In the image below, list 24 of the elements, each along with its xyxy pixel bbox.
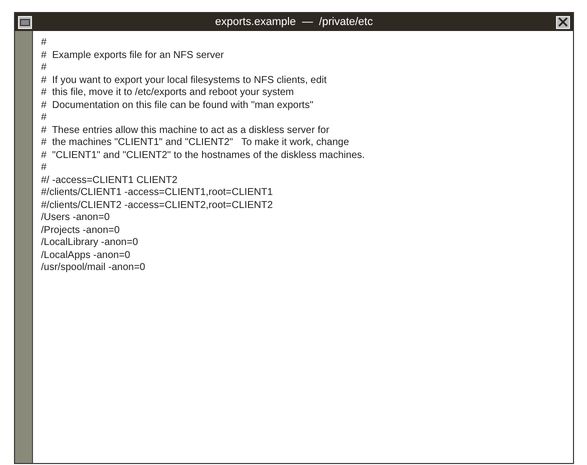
text-line: # [41,162,48,174]
text-line: #/ -access=CLIENT1 CLIENT2 [41,174,178,187]
text-line: # Documentation on this file can be found with "man exports" [41,100,314,112]
window-title: exports.example — /private/etc [215,16,373,28]
miniaturize-button[interactable] [18,16,32,28]
text-line: #/clients/CLIENT1 -access=CLIENT1,root=CLIENT1 [41,187,274,200]
text-line: # this file, move it to /etc/exports and reboot your system [41,87,295,100]
close-icon [558,17,568,27]
text-line: /Projects -anon=0 [41,224,121,237]
text-line: # [41,37,48,50]
scroll-bar[interactable] [15,31,33,463]
text-line: # Example exports file for an NFS server [41,50,225,62]
text-line: # the machines "CLIENT1" and "CLIENT2" To make it work, change [41,137,350,150]
text-line: /usr/spool/mail -anon=0 [41,262,146,274]
text-line: # "CLIENT1" and "CLIENT2" to the hostnames of the diskless machines. [41,150,366,162]
text-line: # [41,62,48,74]
text-line: # If you want to export your local filesystems to NFS clients, edit [41,74,328,87]
text-line: # These entries allow this machine to act as a diskless server for [41,124,330,137]
text-line: /Users -anon=0 [41,212,111,224]
text-line: #/clients/CLIENT2 -access=CLIENT2,root=CLIENT2 [41,200,274,212]
text-line: /LocalLibrary -anon=0 [41,237,140,250]
text-line: # [41,112,48,124]
close-button[interactable] [556,16,570,28]
text-line: /LocalApps -anon=0 [41,250,132,262]
